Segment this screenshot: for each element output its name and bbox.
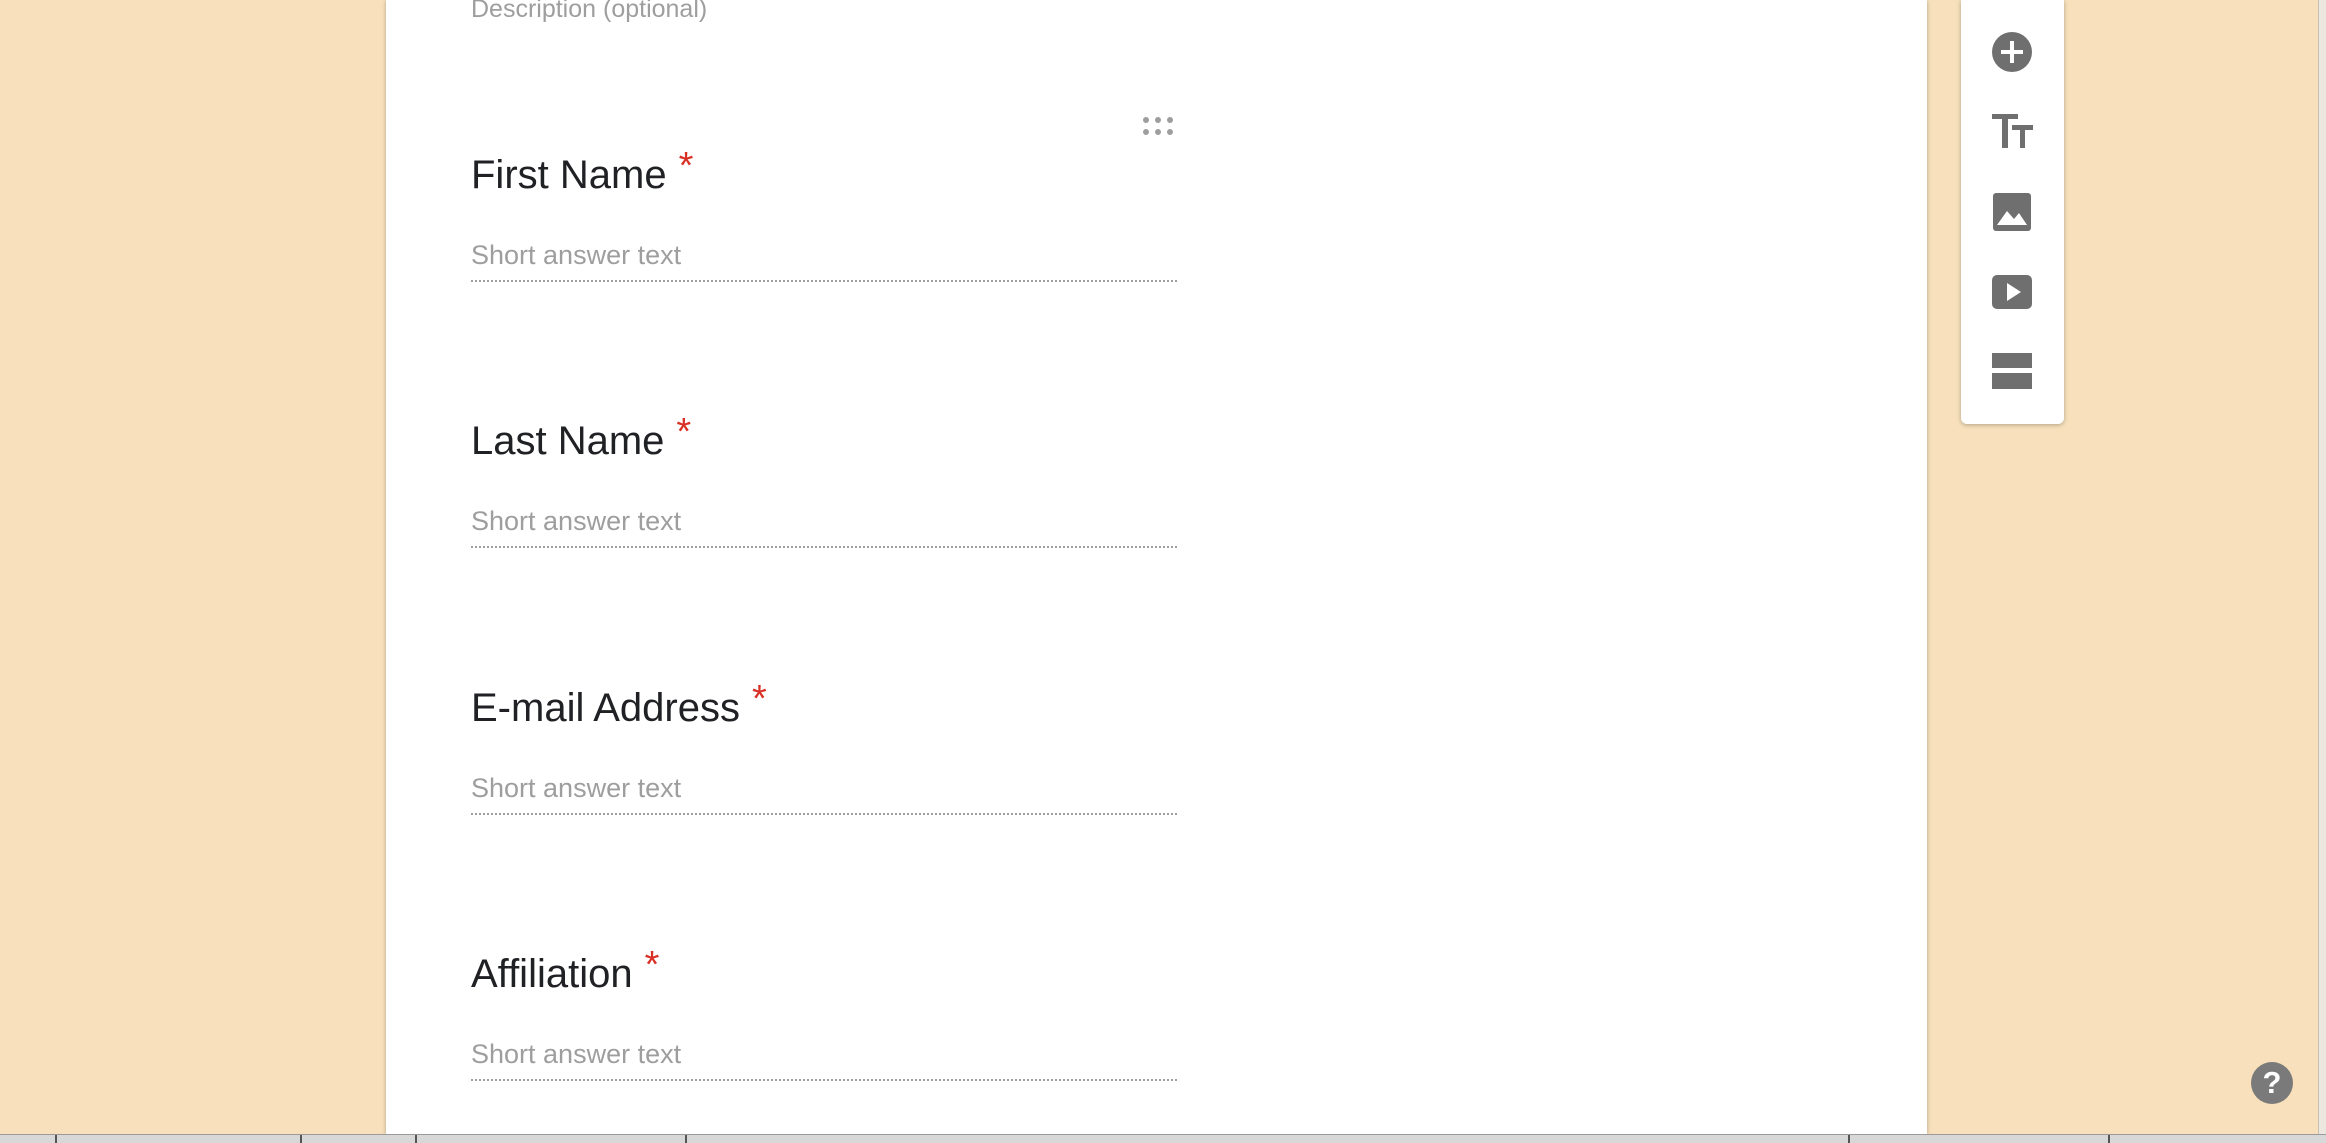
short-answer-field[interactable]: Short answer text <box>471 1037 1177 1081</box>
add-video-button[interactable] <box>1985 265 2039 319</box>
form-card: Description (optional) First Name * Short… <box>386 0 1927 1134</box>
short-answer-field[interactable]: Short answer text <box>471 771 1177 815</box>
add-question-button[interactable] <box>1985 25 2039 79</box>
required-star: * <box>678 145 694 187</box>
required-star: * <box>751 678 767 720</box>
required-star: * <box>644 944 660 986</box>
question-title: Affiliation * <box>471 944 659 1001</box>
question-title: First Name * <box>471 145 693 202</box>
title-text-icon <box>1992 114 2033 148</box>
question-toolbar <box>1961 0 2064 424</box>
add-image-button[interactable] <box>1985 185 2039 239</box>
form-description-input[interactable]: Description (optional) <box>471 0 707 26</box>
question-title: Last Name * <box>471 411 691 468</box>
section-icon <box>1992 353 2032 389</box>
question-title: E-mail Address * <box>471 678 767 735</box>
required-star: * <box>676 411 692 453</box>
video-icon <box>1992 275 2032 309</box>
question-title-text: First Name <box>471 153 667 197</box>
add-question-icon <box>1992 32 2032 72</box>
drag-handle-icon[interactable] <box>1142 115 1174 137</box>
short-answer-field[interactable]: Short answer text <box>471 238 1177 282</box>
question-title-text: Affiliation <box>471 952 633 996</box>
question-title-text: Last Name <box>471 419 665 463</box>
image-icon <box>1993 193 2031 231</box>
add-section-button[interactable] <box>1985 345 2039 399</box>
background-window-edge <box>2318 0 2326 1134</box>
question-title-text: E-mail Address <box>471 686 740 730</box>
short-answer-field[interactable]: Short answer text <box>471 504 1177 548</box>
add-title-button[interactable] <box>1985 105 2039 159</box>
help-button[interactable]: ? <box>2251 1062 2293 1104</box>
